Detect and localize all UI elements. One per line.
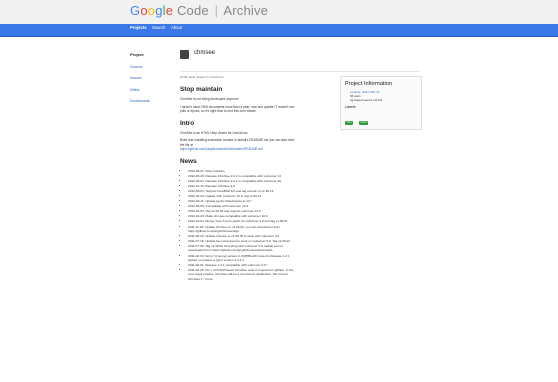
paragraph: Build and Installing instruction located…	[180, 138, 298, 147]
news-item: 2011-07-16: Update bet component to work…	[188, 239, 298, 243]
logo-separator: |	[214, 3, 219, 18]
project-sidebar: Project Source Issues Wikis Downloads	[130, 52, 170, 110]
news-item: 2011-11-20: Update chmsee on v1.99.06, y…	[188, 225, 298, 234]
sidebar-item-project[interactable]: Project	[130, 52, 170, 64]
label-chm[interactable]: chm	[345, 120, 354, 125]
project-description: Stop maintain ChmSee is not being develo…	[180, 86, 298, 282]
google-code-archive-logo[interactable]: Google Code | Archive	[130, 3, 268, 18]
section-heading-news: News	[180, 157, 197, 165]
nav-search-link[interactable]: Search	[152, 25, 165, 30]
news-item: 2011-07-02: Tag v1.99.00 for testing wit…	[188, 244, 298, 253]
label-linux[interactable]: Linux	[359, 120, 369, 125]
sidebar-item-downloads[interactable]: Downloads	[130, 98, 170, 110]
news-item: 2012-04-03: Tag v1.99.09 and support xul…	[188, 209, 298, 213]
top-nav-bar: Projects Search About	[0, 24, 558, 37]
news-item: 2012-08-01: Support FreeBSD 9.0 and tag …	[188, 189, 298, 193]
labels-heading: Labels	[345, 105, 356, 110]
news-list: 2012-08-01: Stop maintain2012-06-26: Rel…	[180, 169, 298, 281]
nav-about-link[interactable]: About	[171, 25, 182, 30]
project-summary: HTML Help viewer for Unix/Linux	[180, 75, 224, 79]
news-item: 2012-02-23: Make chmsee compatible with …	[188, 214, 298, 218]
labels-list: chm Linux	[345, 110, 421, 128]
paragraph: I haven't used CHM documents more than a…	[180, 104, 295, 114]
paragraph: ChmSee is an HTML Help viewer for Unix/L…	[180, 130, 249, 135]
news-item: 2011-06-01: Release 1.3.1 compatible wit…	[188, 263, 298, 267]
news-item: 2011-06-03: Sorry!! A wrong version in X…	[188, 254, 298, 263]
top-header: Google Code | Archive	[0, 0, 558, 24]
news-item: 2012-05-01: Release ChmSee 2.0.1 is comp…	[188, 179, 298, 183]
sidebar-item-issues[interactable]: Issues	[130, 75, 170, 87]
source-control-item: hg-based source control	[350, 98, 383, 103]
news-item: 2012-02-11: Update gecko Mainbrowse to 1…	[188, 199, 298, 203]
archive-logo-text: Archive	[223, 3, 269, 18]
info-title: Project Information	[345, 81, 392, 87]
news-item: 2012-04-09: Compatible with xulrunner 12…	[188, 204, 298, 208]
news-item: 2011-08-23: Update chmsee to v1.99.05 to…	[188, 234, 298, 238]
news-item: 2012-08-01: Stop maintain	[188, 169, 298, 173]
news-item: 2012-01-15: Release ChmSee 2.0	[188, 184, 298, 188]
sidebar-item-source[interactable]: Source	[130, 64, 170, 76]
nav-projects-link[interactable]: Projects	[130, 25, 147, 30]
project-avatar	[180, 50, 189, 59]
news-item: 2012-01-01: Merge Yoon Tyun's patch fre-…	[188, 219, 298, 223]
section-heading-intro: Intro	[180, 119, 195, 127]
header-divider	[180, 71, 420, 72]
paragraph-text: Build and Installing instruction located…	[180, 138, 295, 147]
project-title: chmsee	[194, 50, 216, 56]
news-item: 2012-06-26: Release ChmSee 2.0.2 is comp…	[188, 174, 298, 178]
google-logo-text: Google	[130, 3, 174, 18]
news-item: 2012-02-22: Update with xulrunner 14.0, …	[188, 194, 298, 198]
code-logo-text: Code	[176, 3, 209, 18]
project-information-box: Project Information License: GNU GPL v2 …	[340, 76, 422, 130]
sidebar-item-wikis[interactable]: Wikis	[130, 87, 170, 99]
section-heading-stop-maintain: Stop maintain	[180, 86, 223, 93]
news-item: 2011-04-25: Xul + XCCOM based ChmSee cod…	[188, 268, 298, 281]
readme-link[interactable]: https://github.com/jungli/chmsee/blob/ma…	[180, 147, 298, 152]
paragraph: ChmSee is not being developed anymore.	[180, 97, 240, 101]
